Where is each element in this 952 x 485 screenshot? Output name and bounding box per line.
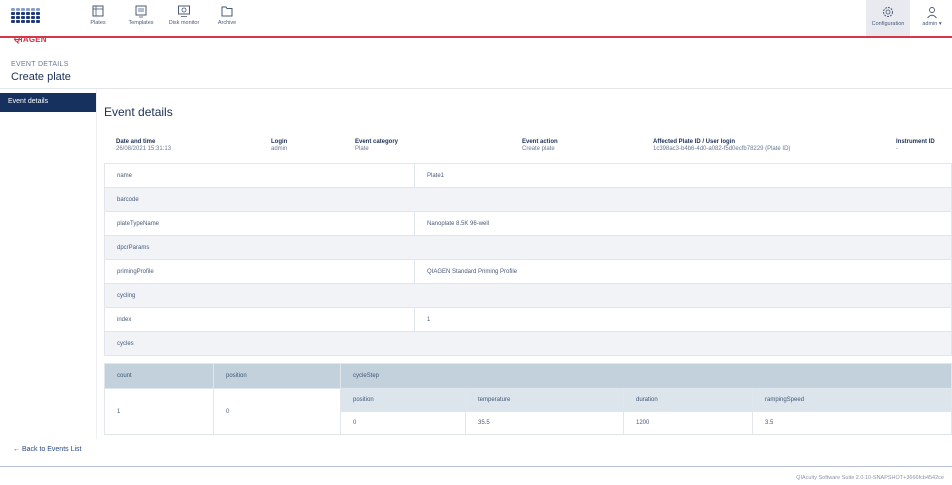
top-bar: QIAGEN Plates Templates Disk monitor Arc… xyxy=(0,0,952,44)
meta-category: Event category Plate xyxy=(355,139,398,153)
property-value: 1 xyxy=(414,307,952,332)
nav-archive[interactable]: Archive xyxy=(205,4,249,34)
column-header-cyclestep: cycleStep xyxy=(340,363,952,389)
property-key: cycling xyxy=(104,283,952,308)
property-key: plateTypeName xyxy=(104,211,415,236)
property-value: QIAGEN Standard Priming Profile xyxy=(414,259,952,284)
subheader-temperature: temperature xyxy=(465,388,624,412)
nav-plates[interactable]: Plates xyxy=(76,4,120,34)
table-row: cycles xyxy=(104,331,952,356)
meta-affected: Affected Plate ID / User login 1c398ac3-… xyxy=(653,139,790,153)
nav-templates-label: Templates xyxy=(128,20,154,26)
meta-instrument-value: - xyxy=(896,146,898,152)
column-header-position: position xyxy=(213,363,341,389)
meta-category-label: Event category xyxy=(355,139,399,145)
meta-instrument: Instrument ID - xyxy=(896,139,935,153)
back-to-events-link[interactable]: ← Back to Events List xyxy=(13,446,81,453)
configuration-button[interactable]: Configuration xyxy=(866,0,910,36)
user-icon xyxy=(927,7,937,19)
property-key: barcode xyxy=(104,187,952,212)
table-row: dpcrParams xyxy=(104,235,952,260)
cell-step-temperature: 35.5 xyxy=(465,411,624,435)
topbar-accent-line xyxy=(0,36,952,38)
section-title: Event details xyxy=(104,105,173,119)
archive-icon xyxy=(221,6,233,17)
subheader-duration: duration xyxy=(623,388,753,412)
sidebar-divider xyxy=(96,89,97,439)
qiagen-logo[interactable]: QIAGEN xyxy=(11,8,47,44)
cycles-table: count position cycleStep 1 0 position te… xyxy=(104,363,952,435)
footer-divider xyxy=(0,466,952,467)
table-header-row: count position cycleStep xyxy=(104,363,952,389)
disk-monitor-icon xyxy=(178,5,190,17)
column-header-count: count xyxy=(104,363,214,389)
nav-templates[interactable]: Templates xyxy=(119,4,163,34)
cell-count: 1 xyxy=(104,388,214,435)
meta-date-label: Date and time xyxy=(116,139,156,145)
templates-icon xyxy=(135,5,147,18)
meta-affected-value: 1c398ac3-b4b6-4d0-a082-f5d0ecfb78229 (Pl… xyxy=(653,146,791,152)
meta-action-label: Event action xyxy=(522,139,558,145)
admin-label: admin ▾ xyxy=(922,21,942,27)
meta-date-value: 26/08/2021 15:31:13 xyxy=(116,146,172,152)
table-row: cycling xyxy=(104,283,952,308)
gear-icon xyxy=(883,7,893,17)
property-value: Plate1 xyxy=(414,163,952,188)
meta-date: Date and time 26/08/2021 15:31:13 xyxy=(116,139,171,153)
nav-plates-label: Plates xyxy=(90,20,106,26)
footer-version: QIAcuity Software Suite 2.0.10-SNAPSHOT+… xyxy=(796,475,944,481)
cell-position: 0 xyxy=(213,388,341,435)
table-row: 1 0 position temperature duration rampin… xyxy=(104,388,952,435)
cell-step-position: 0 xyxy=(340,411,466,435)
property-key: index xyxy=(104,307,415,332)
meta-login-value: admin xyxy=(271,146,288,152)
subheader-position: position xyxy=(340,388,466,412)
property-value: Nanoplate 8.5K 96-well xyxy=(414,211,952,236)
nav-archive-label: Archive xyxy=(217,20,237,26)
logo-dots xyxy=(11,8,41,23)
meta-category-value: Plate xyxy=(355,146,369,152)
event-properties-table: name Plate1 barcode plateTypeName Nanopl… xyxy=(104,163,952,356)
meta-affected-label: Affected Plate ID / User login xyxy=(653,139,736,145)
meta-action-value: Create plate xyxy=(522,146,555,152)
property-key: dpcrParams xyxy=(104,235,952,260)
meta-login: Login admin xyxy=(271,139,287,153)
plates-icon xyxy=(92,5,104,17)
admin-menu[interactable]: admin ▾ xyxy=(912,0,952,36)
configuration-label: Configuration xyxy=(871,21,905,27)
sidebar-item-event-details[interactable]: Event details xyxy=(0,93,96,112)
page-title: Create plate xyxy=(11,71,71,83)
table-row: primingProfile QIAGEN Standard Priming P… xyxy=(104,259,952,284)
nav-disk-monitor-label: Disk monitor xyxy=(168,20,200,26)
table-row: barcode xyxy=(104,187,952,212)
property-key: cycles xyxy=(104,331,952,356)
header-divider xyxy=(0,88,952,89)
cell-step-rampingspeed: 3.5 xyxy=(752,411,952,435)
meta-action: Event action Create plate xyxy=(522,139,558,153)
breadcrumb: EVENT DETAILS xyxy=(11,61,69,68)
meta-instrument-label: Instrument ID xyxy=(896,139,935,145)
table-row: name Plate1 xyxy=(104,163,952,188)
table-row: plateTypeName Nanoplate 8.5K 96-well xyxy=(104,211,952,236)
nav-disk-monitor[interactable]: Disk monitor xyxy=(162,4,206,34)
meta-login-label: Login xyxy=(271,139,288,145)
cell-step-duration: 1200 xyxy=(623,411,753,435)
table-row: index 1 xyxy=(104,307,952,332)
subheader-rampingspeed: rampingSpeed xyxy=(752,388,952,412)
property-key: primingProfile xyxy=(104,259,415,284)
property-key: name xyxy=(104,163,415,188)
